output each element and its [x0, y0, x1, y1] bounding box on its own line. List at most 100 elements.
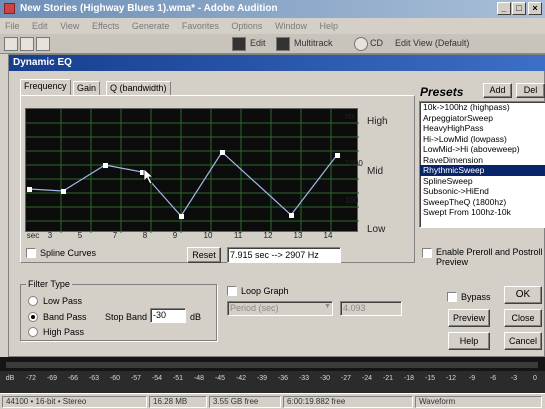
add-preset-button[interactable]: Add: [483, 83, 512, 98]
x-tick: 5: [77, 231, 83, 240]
band-pass-radio[interactable]: [28, 312, 38, 322]
position-readout: 7.915 sec --> 2907 Hz: [227, 247, 341, 263]
bypass-label: Bypass: [461, 292, 491, 302]
ruler-tick: -63: [88, 375, 100, 382]
eq-point[interactable]: [179, 214, 184, 219]
tab-q-bandwidth[interactable]: Q (bandwidth): [106, 81, 171, 95]
edit-view-icon[interactable]: [232, 37, 246, 51]
stop-band-input[interactable]: -30: [150, 308, 186, 323]
menu-view[interactable]: View: [55, 18, 84, 31]
x-tick: 8: [142, 231, 148, 240]
preset-item-selected[interactable]: RhythmicSweep: [420, 165, 545, 176]
hand-tool-icon[interactable]: [20, 37, 34, 51]
x-tick: 11: [233, 231, 243, 240]
preset-item[interactable]: 10k->100hz (highpass): [420, 102, 545, 113]
preview-button[interactable]: Preview: [448, 309, 490, 327]
zoom-tool-icon[interactable]: [36, 37, 50, 51]
period-value-input[interactable]: 4.093: [340, 301, 402, 316]
preset-item[interactable]: Subsonic->HiEnd: [420, 186, 545, 197]
spline-curves-checkbox[interactable]: [26, 248, 36, 258]
minimize-button[interactable]: _: [497, 2, 511, 15]
ruler-tick: dB: [5, 375, 15, 382]
ruler-tick: -42: [235, 375, 247, 382]
reset-button[interactable]: Reset: [187, 247, 221, 263]
preset-item[interactable]: ArpeggiatorSweep: [420, 113, 545, 124]
loop-graph-label: Loop Graph: [241, 286, 289, 296]
x-tick: 14: [323, 231, 333, 240]
bypass-checkbox[interactable]: [447, 292, 457, 302]
eq-point[interactable]: [335, 153, 340, 158]
mouse-pointer-icon: [143, 168, 154, 185]
menu-file[interactable]: File: [0, 18, 25, 31]
x-tick: 7: [112, 231, 118, 240]
hz-label: Hz: [345, 112, 355, 121]
graph-gridlines: [26, 109, 359, 233]
period-select[interactable]: Period (sec): [227, 301, 333, 316]
chevron-down-icon[interactable]: ▼: [324, 303, 331, 310]
preset-item[interactable]: HeavyHighPass: [420, 123, 545, 134]
filter-type-label: Filter Type: [26, 279, 72, 289]
x-tick: 9: [172, 231, 178, 240]
workspace-select[interactable]: Edit View (Default): [395, 38, 469, 48]
cursor-tool-icon[interactable]: [4, 37, 18, 51]
eq-point[interactable]: [220, 150, 225, 155]
ruler-tick: -6: [489, 375, 497, 382]
tab-frequency[interactable]: Frequency: [20, 79, 71, 96]
preset-item[interactable]: LowMid->Hi (aboveweep): [420, 144, 545, 155]
ruler-tick: 0: [533, 375, 537, 382]
ok-button[interactable]: OK: [504, 286, 542, 304]
ruler-tick: -66: [67, 375, 79, 382]
preset-item[interactable]: Swept From 100hz-10k: [420, 207, 545, 218]
low-pass-radio[interactable]: [28, 296, 38, 306]
loop-graph-checkbox[interactable]: [227, 286, 237, 296]
multitrack-view-label[interactable]: Multitrack: [294, 38, 333, 48]
preroll-checkbox[interactable]: [422, 248, 432, 258]
ruler-tick: -24: [361, 375, 373, 382]
eq-point[interactable]: [61, 189, 66, 194]
help-button[interactable]: Help: [448, 332, 490, 350]
cd-view-label[interactable]: CD: [370, 38, 383, 48]
x-tick: 13: [293, 231, 303, 240]
app-title: New Stories (Highway Blues 1).wma* - Ado…: [20, 3, 278, 14]
menu-effects[interactable]: Effects: [87, 18, 124, 31]
hz-100-label: 100: [345, 196, 359, 205]
eq-curve: [28, 151, 338, 217]
menu-help[interactable]: Help: [314, 18, 343, 31]
preset-item[interactable]: SplineSweep: [420, 176, 545, 187]
ruler-tick: -33: [298, 375, 310, 382]
ruler-tick: -27: [340, 375, 352, 382]
eq-point[interactable]: [289, 213, 294, 218]
cd-view-icon[interactable]: [354, 37, 368, 51]
mid-label: Mid: [367, 166, 384, 177]
preset-item[interactable]: RaveDimension: [420, 155, 545, 166]
menu-options[interactable]: Options: [226, 18, 267, 31]
ruler-tick: -18: [403, 375, 415, 382]
menu-window[interactable]: Window: [270, 18, 312, 31]
maximize-button[interactable]: □: [512, 2, 526, 15]
ruler-tick: -72: [25, 375, 37, 382]
cancel-button[interactable]: Cancel: [504, 332, 542, 350]
status-file-size: 16.28 MB: [149, 396, 207, 408]
tab-gain[interactable]: Gain: [73, 81, 101, 95]
preset-item[interactable]: Hi->LowMid (lowpass): [420, 134, 545, 145]
preset-item[interactable]: SweepTheQ (1800hz): [420, 197, 545, 208]
presets-list[interactable]: 10k->100hz (highpass) ArpeggiatorSweep H…: [419, 101, 545, 228]
high-pass-radio[interactable]: [28, 327, 38, 337]
edit-view-label[interactable]: Edit: [250, 38, 266, 48]
stop-band-label: Stop Band: [105, 312, 148, 322]
menu-generate[interactable]: Generate: [127, 18, 175, 31]
menu-favorites[interactable]: Favorites: [177, 18, 224, 31]
eq-graph[interactable]: [25, 108, 359, 233]
status-disk-free: 3.55 GB free: [209, 396, 281, 408]
menu-edit[interactable]: Edit: [27, 18, 53, 31]
close-button[interactable]: Close: [504, 309, 542, 327]
delete-preset-button[interactable]: Del: [516, 83, 545, 98]
ruler-tick: -60: [109, 375, 121, 382]
spline-curves-label: Spline Curves: [40, 248, 97, 258]
eq-point[interactable]: [27, 187, 32, 192]
ruler-tick: -3: [510, 375, 518, 382]
ruler-tick: -36: [277, 375, 289, 382]
eq-point[interactable]: [103, 163, 108, 168]
close-window-button[interactable]: ×: [528, 2, 542, 15]
multitrack-view-icon[interactable]: [276, 37, 290, 51]
